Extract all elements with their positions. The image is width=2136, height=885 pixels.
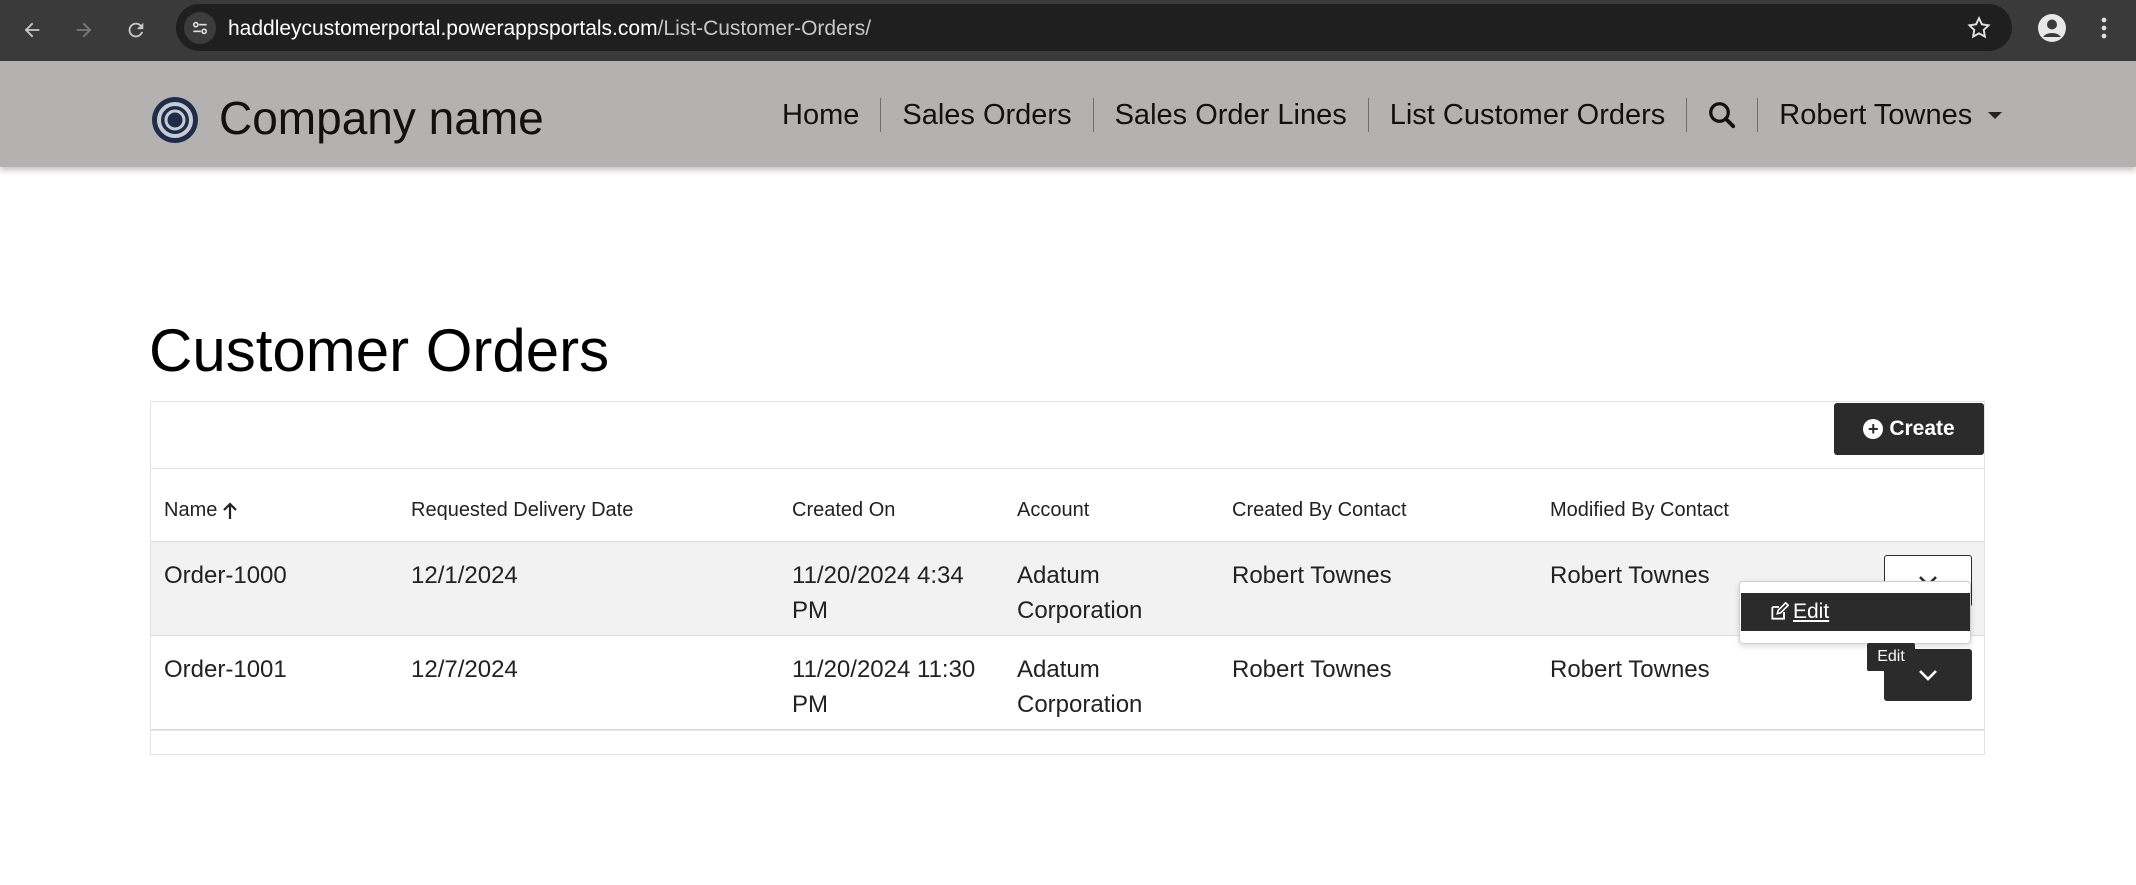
- table-header: Name Requested Delivery Date Created On …: [151, 469, 1984, 542]
- nav-list-customer-orders[interactable]: List Customer Orders: [1369, 95, 1687, 135]
- orders-list-panel: + Create Name Requested Delivery Date Cr…: [150, 401, 1985, 755]
- column-header-modified-by-contact[interactable]: Modified By Contact: [1550, 499, 1729, 522]
- browser-toolbar: haddleycustomerportal.powerappsportals.c…: [0, 0, 2136, 61]
- site-info-icon[interactable]: [184, 12, 216, 44]
- forward-icon[interactable]: [68, 14, 100, 46]
- cell-modified-by: Robert Townes: [1550, 656, 1710, 683]
- cell-delivery-date: 12/1/2024: [411, 562, 518, 589]
- url-text: haddleycustomerportal.powerappsportals.c…: [228, 17, 871, 41]
- list-footer: [151, 730, 1984, 731]
- table-row: Order-1000 12/1/2024 11/20/2024 4:34 PM …: [151, 542, 1984, 636]
- column-header-requested-delivery-date[interactable]: Requested Delivery Date: [411, 499, 633, 522]
- edit-tooltip: Edit: [1867, 643, 1915, 671]
- cell-created-on: 11/20/2024 4:34 PM: [792, 562, 964, 624]
- cell-name[interactable]: Order-1001: [164, 652, 287, 687]
- cell-name[interactable]: Order-1000: [164, 558, 287, 593]
- edit-icon: [1771, 602, 1789, 620]
- cell-account: Adatum Corporation: [1017, 656, 1143, 718]
- brand-name[interactable]: Company name: [219, 91, 544, 145]
- cell-modified-by: Robert Townes: [1550, 562, 1710, 589]
- address-bar[interactable]: haddleycustomerportal.powerappsportals.c…: [176, 4, 2012, 51]
- table-row: Order-1001 12/7/2024 11/20/2024 11:30 PM…: [151, 636, 1984, 730]
- list-toolbar: + Create: [151, 402, 1984, 469]
- column-header-created-by-contact[interactable]: Created By Contact: [1232, 499, 1407, 522]
- caret-down-icon: [1988, 111, 2003, 119]
- page-title: Customer Orders: [149, 317, 610, 384]
- cell-delivery-date: 12/7/2024: [411, 656, 518, 683]
- back-icon[interactable]: [16, 14, 48, 46]
- reload-icon[interactable]: [120, 14, 152, 46]
- nav-sales-orders[interactable]: Sales Orders: [881, 95, 1092, 135]
- url-path: /List-Customer-Orders/: [657, 17, 872, 40]
- row-actions-dropdown: Edit: [1739, 581, 1971, 644]
- column-header-label: Name: [164, 499, 218, 521]
- cell-account: Adatum Corporation: [1017, 562, 1143, 624]
- user-menu[interactable]: Robert Townes: [1758, 95, 2023, 135]
- chevron-down-icon: [1919, 670, 1937, 681]
- sort-ascending-icon: [223, 501, 238, 519]
- main-nav: Home Sales Orders Sales Order Lines List…: [761, 95, 2023, 135]
- user-name: Robert Townes: [1779, 99, 1973, 131]
- cell-created-by: Robert Townes: [1232, 562, 1392, 589]
- profile-icon[interactable]: [2036, 12, 2068, 49]
- edit-menu-item[interactable]: Edit: [1741, 593, 1970, 631]
- site-header: Company name Home Sales Orders Sales Ord…: [0, 61, 2136, 167]
- bookmark-star-icon[interactable]: [1966, 15, 1992, 46]
- column-header-name[interactable]: Name: [164, 499, 238, 522]
- column-header-account[interactable]: Account: [1017, 499, 1089, 522]
- column-header-created-on[interactable]: Created On: [792, 499, 895, 522]
- nav-home[interactable]: Home: [761, 95, 880, 135]
- create-button[interactable]: + Create: [1834, 403, 1984, 455]
- cell-created-on: 11/20/2024 11:30 PM: [792, 656, 976, 718]
- edit-menu-label: Edit: [1793, 600, 1830, 623]
- cell-created-by: Robert Townes: [1232, 656, 1392, 683]
- search-icon[interactable]: [1687, 95, 1757, 135]
- nav-sales-order-lines[interactable]: Sales Order Lines: [1094, 95, 1368, 135]
- company-logo-icon[interactable]: [150, 95, 200, 145]
- create-button-label: Create: [1889, 417, 1955, 440]
- url-host: haddleycustomerportal.powerappsportals.c…: [228, 17, 658, 40]
- plus-circle-icon: +: [1863, 419, 1884, 439]
- browser-menu-icon[interactable]: [2094, 12, 2114, 49]
